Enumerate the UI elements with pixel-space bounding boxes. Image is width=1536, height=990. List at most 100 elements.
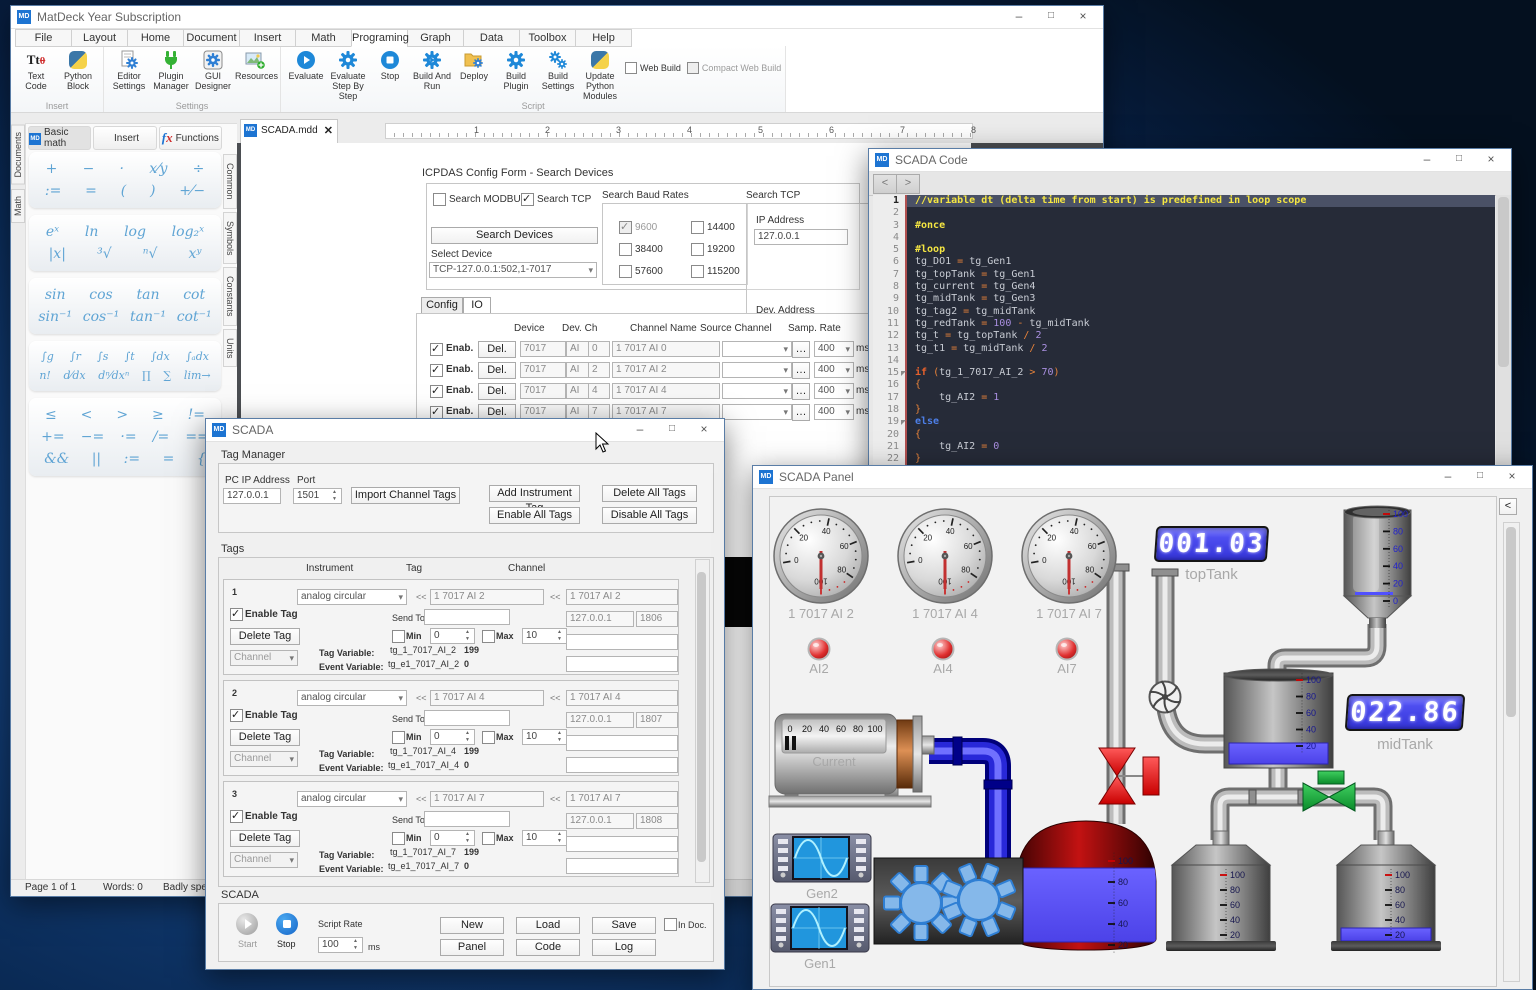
collapse-button[interactable]: < bbox=[1499, 498, 1517, 515]
math-symbol[interactable]: ∑ bbox=[163, 369, 171, 382]
extra-field-1[interactable] bbox=[566, 836, 678, 852]
ribbon-button-update-python-modules[interactable]: Update Python Modules bbox=[579, 48, 621, 102]
min-spinner[interactable]: 0▲▼ bbox=[430, 830, 475, 846]
extra-field-2[interactable] bbox=[566, 656, 678, 672]
code-line[interactable]: 9tg_midTank = tg_Gen3 bbox=[873, 293, 1495, 305]
ribbon-button-stop[interactable]: Stop bbox=[369, 48, 411, 82]
rate-dropdown[interactable]: 400 bbox=[814, 383, 854, 399]
minimize-icon[interactable]: – bbox=[1432, 466, 1464, 488]
tag-port-field[interactable]: 1807 bbox=[636, 712, 678, 728]
math-symbol[interactable]: := bbox=[124, 451, 140, 467]
ip-field[interactable]: 127.0.0.1 bbox=[754, 229, 848, 245]
math-symbol[interactable]: tan⁻¹ bbox=[130, 309, 166, 325]
min-spinner[interactable]: 0▲▼ bbox=[430, 729, 475, 745]
sidebar-right-tab-constants[interactable]: Constants bbox=[223, 267, 237, 326]
channel-dropdown[interactable]: Channel bbox=[230, 852, 298, 868]
math-symbol[interactable]: := bbox=[45, 183, 61, 199]
code-line[interactable]: 8tg_current = tg_Gen4 bbox=[873, 281, 1495, 293]
nav-back-button[interactable]: < bbox=[873, 174, 897, 194]
search-tcp-checkbox[interactable] bbox=[521, 193, 534, 206]
code-line[interactable]: 14 bbox=[873, 355, 1495, 367]
send-to-field[interactable] bbox=[424, 710, 510, 726]
enab-checkbox[interactable] bbox=[430, 343, 443, 356]
enab-checkbox[interactable] bbox=[430, 385, 443, 398]
select-device-dropdown[interactable]: TCP-127.0.0.1:502,1-7017 bbox=[429, 262, 597, 278]
math-symbol[interactable]: ∫g bbox=[41, 350, 54, 363]
checkbox-compact-web-build[interactable]: Compact Web Build bbox=[687, 62, 781, 74]
math-symbol[interactable]: + bbox=[46, 161, 58, 177]
math-symbol[interactable]: ≥ bbox=[152, 407, 164, 423]
tab-io[interactable]: IO bbox=[463, 297, 491, 314]
math-symbol[interactable]: +⁄− bbox=[179, 183, 205, 199]
source-channel-dropdown[interactable] bbox=[722, 383, 792, 399]
math-symbol[interactable]: lim→ bbox=[184, 369, 211, 382]
min-checkbox[interactable] bbox=[392, 832, 405, 845]
ribbon-tab-graph[interactable]: Graph bbox=[407, 29, 463, 47]
baud-checkbox-14400[interactable] bbox=[691, 221, 704, 234]
ribbon-tab-layout[interactable]: Layout bbox=[71, 29, 127, 47]
channel-field[interactable]: 1 7017 AI 7 bbox=[566, 791, 678, 807]
math-symbol[interactable]: ∏ bbox=[142, 369, 151, 382]
max-spinner[interactable]: 10▲▼ bbox=[522, 729, 567, 745]
send-to-field[interactable] bbox=[424, 811, 510, 827]
baud-checkbox-19200[interactable] bbox=[691, 243, 704, 256]
enab-checkbox[interactable] bbox=[430, 364, 443, 377]
del-button[interactable]: Del. bbox=[478, 341, 516, 358]
port-spinner[interactable]: 1501▲▼ bbox=[293, 488, 342, 504]
tag-field[interactable]: 1 7017 AI 4 bbox=[430, 690, 544, 706]
sidebar-right-tab-units[interactable]: Units bbox=[223, 329, 237, 368]
channel-dropdown[interactable]: Channel bbox=[230, 751, 298, 767]
code-line[interactable]: 12tg_t = tg_topTank / 2 bbox=[873, 330, 1495, 342]
math-symbol[interactable]: log bbox=[124, 224, 146, 240]
code-line[interactable]: 5#loop bbox=[873, 244, 1495, 256]
ribbon-button-plugin-manager[interactable]: Plugin Manager bbox=[150, 48, 192, 92]
more-button[interactable]: … bbox=[792, 404, 810, 421]
ribbon-tab-home[interactable]: Home bbox=[127, 29, 183, 47]
code-line[interactable]: 2 bbox=[873, 207, 1495, 219]
math-symbol[interactable]: cos bbox=[89, 287, 112, 303]
ribbon-button-evaluate[interactable]: Evaluate bbox=[285, 48, 327, 82]
tag-ip-field[interactable]: 127.0.0.1 bbox=[566, 712, 634, 728]
new-button[interactable]: New bbox=[440, 917, 504, 934]
code-line[interactable]: 1//variable dt (delta time from start) i… bbox=[873, 195, 1495, 207]
source-channel-dropdown[interactable] bbox=[722, 362, 792, 378]
math-symbol[interactable]: = bbox=[163, 451, 175, 467]
math-symbol[interactable]: x⁄y bbox=[149, 161, 167, 177]
ribbon-button-build-and-run[interactable]: Build And Run bbox=[411, 48, 453, 92]
baud-checkbox-57600[interactable] bbox=[619, 265, 632, 278]
ribbon-button-text-code[interactable]: Tt0Text Code bbox=[15, 48, 57, 92]
math-symbol[interactable]: > bbox=[116, 407, 128, 423]
sidebar-tab-insert[interactable]: Insert bbox=[93, 126, 156, 150]
panel-button[interactable]: Panel bbox=[440, 939, 504, 956]
math-symbol[interactable]: ⁿ√ bbox=[143, 246, 158, 262]
code-line[interactable]: 21 tg_AI2 = 0 bbox=[873, 441, 1495, 453]
code-line[interactable]: 16{ bbox=[873, 379, 1495, 391]
math-symbol[interactable]: ∫t bbox=[125, 350, 135, 363]
math-symbol[interactable]: dⁿ⁄dxⁿ bbox=[98, 369, 129, 382]
stop-button[interactable]: Stop bbox=[277, 939, 296, 949]
close-icon[interactable]: × bbox=[1496, 466, 1528, 488]
math-symbol[interactable]: ³√ bbox=[97, 246, 112, 262]
import-channel-tags-button[interactable]: Import Channel Tags bbox=[351, 487, 460, 504]
math-symbol[interactable]: cot⁻¹ bbox=[177, 309, 212, 325]
math-symbol[interactable]: sin⁻¹ bbox=[38, 309, 72, 325]
instrument-dropdown[interactable]: analog circular bbox=[297, 791, 407, 807]
math-symbol[interactable]: xʸ bbox=[189, 246, 202, 262]
math-symbol[interactable]: |x| bbox=[49, 246, 66, 262]
math-symbol[interactable]: += bbox=[41, 429, 64, 445]
search-devices-button[interactable]: Search Devices bbox=[431, 227, 598, 244]
search-modbus-checkbox[interactable] bbox=[433, 193, 446, 206]
close-icon[interactable]: × bbox=[688, 419, 720, 441]
baud-checkbox-9600[interactable] bbox=[619, 221, 632, 234]
ribbon-button-deploy[interactable]: Deploy bbox=[453, 48, 495, 82]
start-button[interactable]: Start bbox=[238, 939, 257, 949]
ribbon-button-evaluate-step-by-step[interactable]: Evaluate Step By Step bbox=[327, 48, 369, 102]
nav-forward-button[interactable]: > bbox=[896, 174, 920, 194]
maximize-icon[interactable]: □ bbox=[1443, 149, 1475, 171]
edge-tab-math[interactable]: Math bbox=[11, 189, 25, 223]
script-rate-spinner[interactable]: 100▲▼ bbox=[318, 937, 363, 953]
enable-tag-checkbox[interactable] bbox=[230, 608, 243, 621]
math-symbol[interactable]: eˣ bbox=[46, 224, 59, 240]
math-symbol[interactable]: < bbox=[81, 407, 93, 423]
max-spinner[interactable]: 10▲▼ bbox=[522, 628, 567, 644]
